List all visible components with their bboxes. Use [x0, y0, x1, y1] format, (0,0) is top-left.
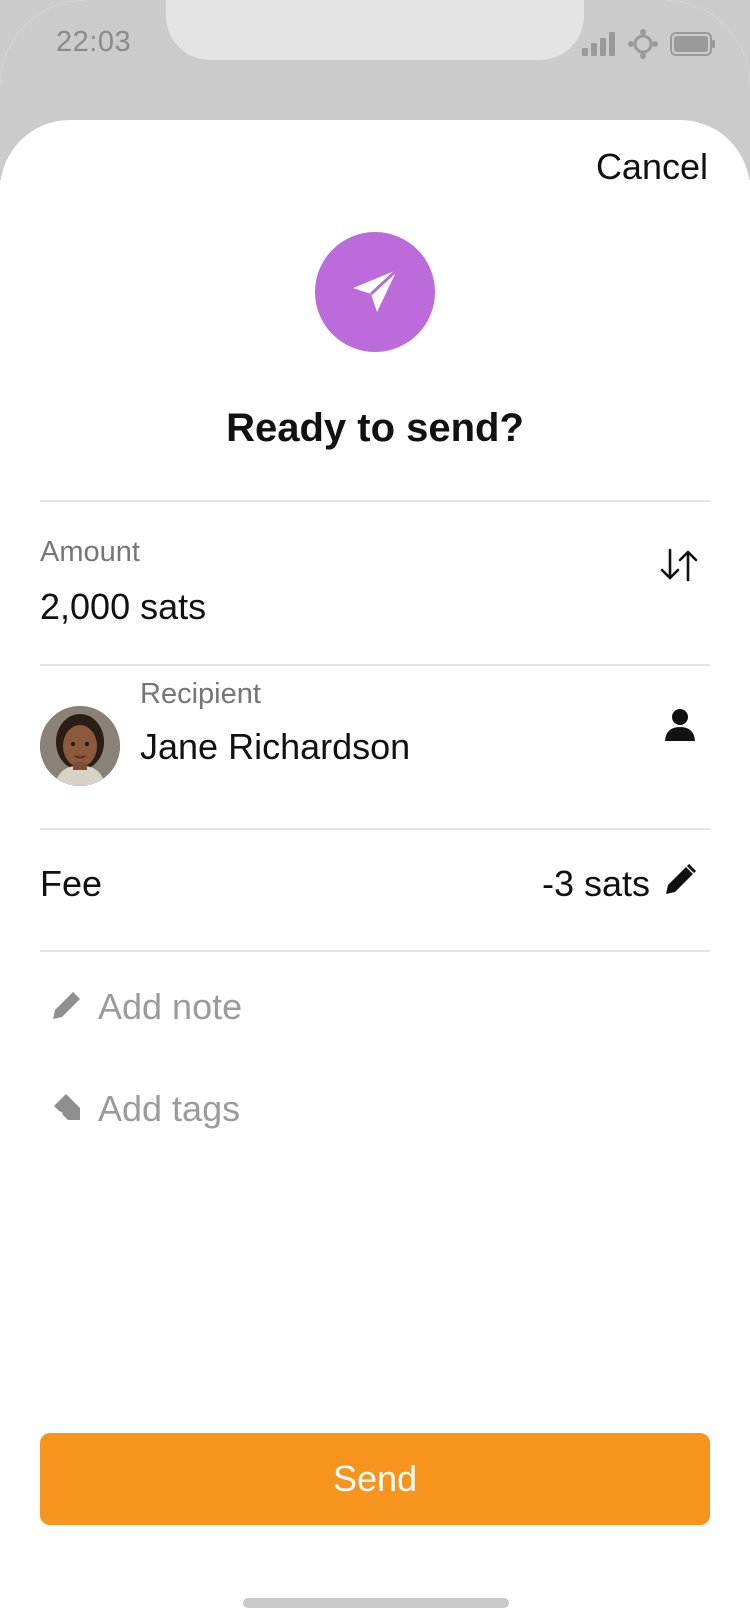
add-note-button[interactable]: Add note [50, 986, 242, 1028]
phone-frame: 22:03 Cancel Ready to send? Amount 2,000… [0, 0, 750, 1624]
add-note-label: Add note [98, 986, 243, 1027]
home-indicator [243, 1598, 509, 1608]
add-tags-label: Add tags [98, 1088, 241, 1129]
divider [40, 500, 710, 502]
divider [40, 950, 710, 952]
amount-label: Amount [40, 536, 140, 568]
send-arrow-icon [315, 232, 435, 352]
fee-value: -3 sats [541, 863, 650, 904]
status-time: 22:03 [56, 26, 132, 58]
page-title: Ready to send? [226, 406, 524, 450]
signal-icon [582, 31, 616, 61]
cancel-button[interactable]: Cancel [596, 146, 708, 188]
status-icons [582, 28, 716, 64]
add-tags-button[interactable]: Add tags [50, 1088, 240, 1130]
tag-icon [50, 1090, 84, 1129]
pencil-icon [50, 988, 84, 1027]
send-button[interactable]: Send [40, 1433, 710, 1525]
avatar [40, 706, 120, 786]
recipient-name: Jane Richardson [140, 726, 411, 767]
swap-arrows-icon[interactable] [654, 540, 704, 590]
recipient-label: Recipient [140, 678, 261, 710]
location-icon [628, 28, 658, 64]
divider [40, 828, 710, 830]
divider [40, 664, 710, 666]
contact-icon[interactable] [656, 700, 704, 748]
edit-pencil-icon[interactable] [656, 856, 704, 904]
fee-label: Fee [40, 863, 103, 904]
battery-icon [670, 31, 716, 61]
device-notch [166, 0, 584, 60]
send-sheet: Cancel Ready to send? Amount 2,000 sats [0, 120, 750, 1624]
amount-value: 2,000 sats [40, 586, 207, 627]
